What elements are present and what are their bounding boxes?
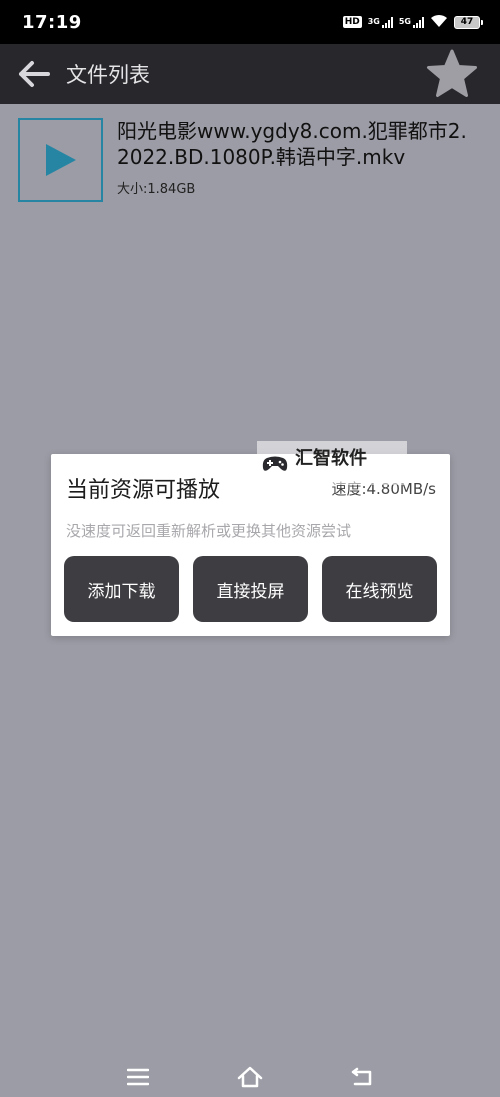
signal-3g-icon: 3G bbox=[367, 16, 393, 28]
dialog-hint: 没速度可返回重新解析或更换其他资源尝试 bbox=[66, 522, 352, 540]
cast-screen-button[interactable]: 直接投屏 bbox=[193, 556, 308, 622]
dialog-buttons: 添加下载 直接投屏 在线预览 bbox=[64, 556, 437, 622]
nav-menu-button[interactable] bbox=[124, 1063, 152, 1091]
battery-icon: 47 bbox=[454, 15, 483, 29]
home-icon bbox=[237, 1066, 263, 1088]
file-info: 阳光电影www.ygdy8.com.犯罪都市2.2022.BD.1080P.韩语… bbox=[117, 118, 477, 202]
arrow-left-icon bbox=[19, 61, 50, 87]
back-button[interactable] bbox=[4, 44, 64, 104]
watermark: 汇智软件 bbox=[257, 441, 407, 485]
favorite-button[interactable] bbox=[420, 44, 484, 104]
file-thumbnail bbox=[18, 118, 103, 202]
hd-voice-icon: HD bbox=[342, 16, 362, 28]
status-bar: 17:19 HD 3G 5G 47 bbox=[0, 0, 500, 44]
signal-3g-label: 3G bbox=[367, 16, 380, 26]
file-list-item[interactable]: 阳光电影www.ygdy8.com.犯罪都市2.2022.BD.1080P.韩语… bbox=[18, 118, 488, 202]
status-time: 17:19 bbox=[22, 11, 82, 33]
system-nav-bar bbox=[0, 1057, 500, 1097]
app-bar: 文件列表 bbox=[0, 44, 500, 104]
wifi-icon bbox=[430, 13, 448, 32]
nav-home-button[interactable] bbox=[236, 1063, 264, 1091]
add-download-button[interactable]: 添加下载 bbox=[64, 556, 179, 622]
dialog-title: 当前资源可播放 bbox=[66, 478, 221, 503]
gamepad-icon bbox=[262, 456, 288, 471]
nav-back-button[interactable] bbox=[348, 1063, 376, 1091]
online-preview-button[interactable]: 在线预览 bbox=[322, 556, 437, 622]
file-size: 大小:1.84GB bbox=[117, 182, 196, 197]
status-icons: HD 3G 5G 47 bbox=[342, 13, 483, 32]
play-icon bbox=[45, 144, 76, 176]
star-icon bbox=[427, 49, 477, 97]
file-name: 阳光电影www.ygdy8.com.犯罪都市2.2022.BD.1080P.韩语… bbox=[117, 119, 467, 169]
back-icon bbox=[351, 1067, 372, 1086]
page-title: 文件列表 bbox=[66, 63, 150, 87]
signal-5g-label: 5G bbox=[398, 16, 411, 26]
menu-icon bbox=[127, 1068, 149, 1086]
signal-5g-icon: 5G bbox=[398, 16, 424, 28]
watermark-text: 汇智软件 bbox=[295, 448, 367, 469]
